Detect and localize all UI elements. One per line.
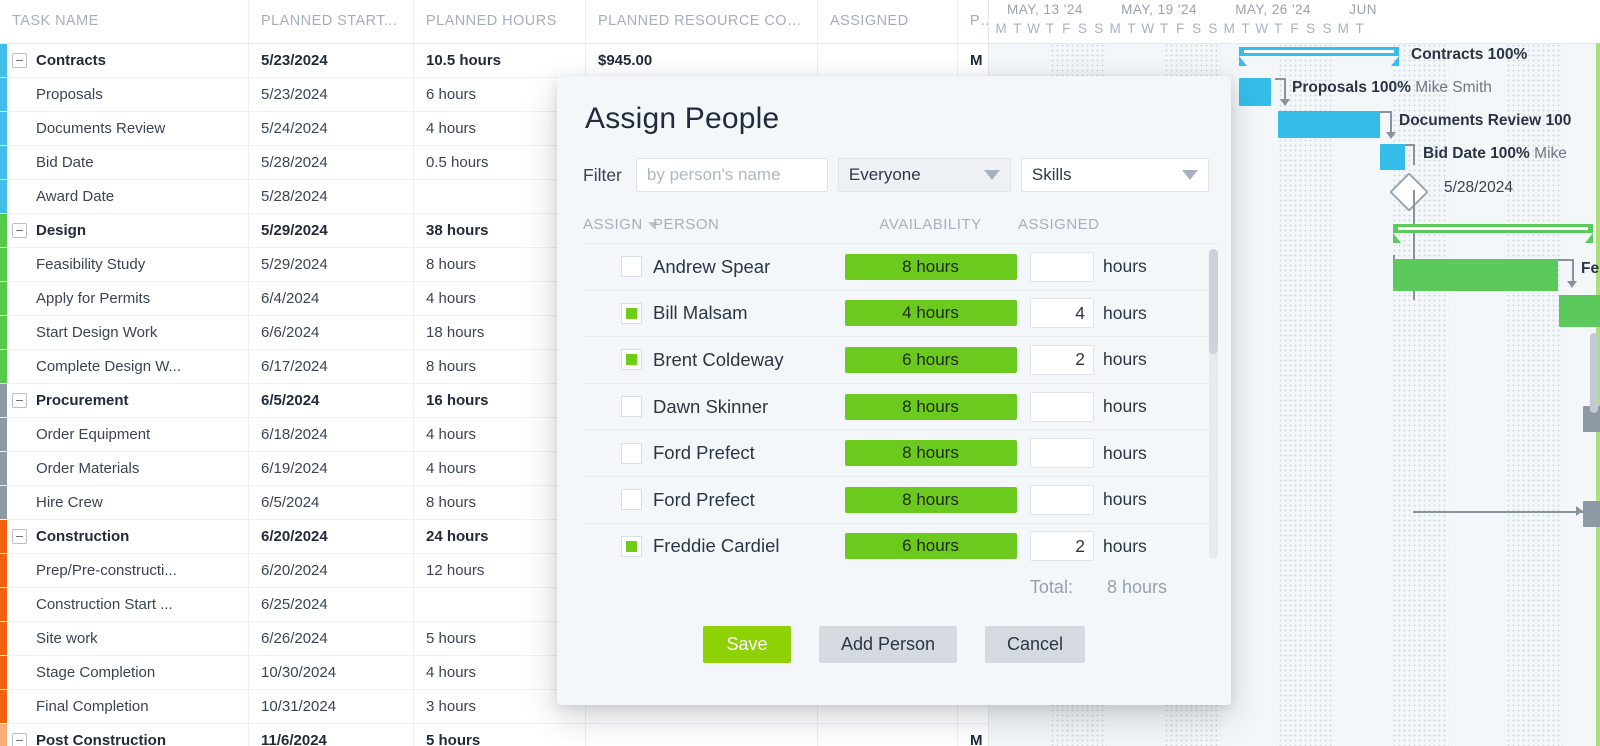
assign-checkbox-cell[interactable] [583, 349, 653, 370]
assign-checkbox[interactable] [621, 443, 642, 464]
hours-suffix-label: hours [1103, 303, 1147, 324]
people-list: Andrew Spear8 hourshoursBill Malsam4 hou… [583, 243, 1218, 563]
hours-suffix-label: hours [1103, 536, 1147, 557]
availability-cell: 8 hours [843, 487, 1018, 513]
grid-header-row: TASK NAME PLANNED START... PLANNED HOURS… [0, 0, 988, 44]
person-name: Freddie Cardiel [653, 535, 843, 557]
person-row[interactable]: Bill Malsam4 hours hours [583, 290, 1218, 337]
availability-cell: 8 hours [843, 394, 1018, 420]
skills-filter-select[interactable]: Skills [1021, 158, 1209, 192]
assign-checkbox[interactable] [621, 256, 642, 277]
column-header-planned-start[interactable]: PLANNED START... [249, 0, 414, 43]
people-column-assign-label: ASSIGN [583, 216, 643, 233]
chevron-down-icon [984, 170, 1000, 180]
column-header-next[interactable]: P [958, 0, 988, 43]
assign-checkbox-cell[interactable] [583, 536, 653, 557]
assigned-hours-input[interactable] [1030, 485, 1094, 515]
assign-people-dialog: Assign People Filter Everyone Skills ASS… [557, 76, 1231, 705]
chevron-down-icon [1182, 170, 1198, 180]
column-header-assigned[interactable]: ASSIGNED [818, 0, 958, 43]
person-row[interactable]: Ford Prefect8 hours hours [583, 429, 1218, 476]
total-label: Total: [1030, 577, 1073, 598]
availability-badge: 4 hours [845, 300, 1017, 326]
person-row[interactable]: Dawn Skinner8 hours hours [583, 383, 1218, 430]
assigned-hours-input[interactable] [1030, 252, 1094, 282]
skills-filter-value: Skills [1032, 165, 1072, 185]
availability-cell: 4 hours [843, 300, 1018, 326]
cancel-button[interactable]: Cancel [985, 626, 1085, 663]
person-row[interactable]: Andrew Spear8 hours hours [583, 243, 1218, 290]
person-name: Dawn Skinner [653, 396, 843, 418]
assigned-hours-input[interactable] [1030, 298, 1094, 328]
people-list-scrollbar-thumb[interactable] [1209, 249, 1218, 354]
column-header-task-name[interactable]: TASK NAME [0, 0, 249, 43]
assign-checkbox[interactable] [621, 396, 642, 417]
dialog-buttons: Save Add Person Cancel [557, 598, 1231, 663]
assigned-hours-cell: hours [1018, 531, 1147, 561]
filter-name-input[interactable] [636, 158, 828, 192]
assign-checkbox-cell[interactable] [583, 396, 653, 417]
availability-cell: 6 hours [843, 533, 1018, 559]
assigned-hours-cell: hours [1018, 252, 1147, 282]
assign-checkbox[interactable] [621, 536, 642, 557]
assign-checkbox-cell[interactable] [583, 489, 653, 510]
availability-badge: 8 hours [845, 487, 1017, 513]
column-header-planned-hours[interactable]: PLANNED HOURS [414, 0, 586, 43]
availability-badge: 8 hours [845, 440, 1017, 466]
person-row[interactable]: Ford Prefect8 hours hours [583, 476, 1218, 523]
assigned-hours-input[interactable] [1030, 531, 1094, 561]
availability-badge: 6 hours [845, 533, 1017, 559]
person-row[interactable]: Freddie Cardiel6 hours hours [583, 523, 1218, 563]
assigned-hours-input[interactable] [1030, 345, 1094, 375]
add-person-button[interactable]: Add Person [819, 626, 957, 663]
hours-suffix-label: hours [1103, 349, 1147, 370]
assigned-hours-cell: hours [1018, 345, 1147, 375]
availability-badge: 8 hours [845, 394, 1017, 420]
filter-label: Filter [583, 165, 622, 186]
assign-checkbox-cell[interactable] [583, 303, 653, 324]
group-filter-value: Everyone [849, 165, 921, 185]
people-column-header-availability[interactable]: AVAILABILITY [843, 216, 1018, 233]
availability-cell: 6 hours [843, 347, 1018, 373]
assigned-hours-input[interactable] [1030, 438, 1094, 468]
person-row[interactable]: Brent Coldeway6 hours hours [583, 336, 1218, 383]
assign-checkbox-cell[interactable] [583, 256, 653, 277]
save-button[interactable]: Save [703, 626, 791, 663]
app-root: TASK NAME PLANNED START... PLANNED HOURS… [0, 0, 1600, 746]
hours-suffix-label: hours [1103, 256, 1147, 277]
assigned-hours-cell: hours [1018, 485, 1147, 515]
group-filter-select[interactable]: Everyone [838, 158, 1011, 192]
people-column-header-assign[interactable]: ASSIGN [583, 216, 653, 233]
person-name: Andrew Spear [653, 256, 843, 278]
person-name: Ford Prefect [653, 442, 843, 464]
assign-checkbox[interactable] [621, 489, 642, 510]
person-name: Ford Prefect [653, 489, 843, 511]
availability-badge: 8 hours [845, 254, 1017, 280]
assigned-total-row: Total: 8 hours [557, 563, 1231, 598]
people-column-header-person[interactable]: PERSON [653, 216, 843, 233]
people-column-header-assigned[interactable]: ASSIGNED [1018, 216, 1178, 233]
assign-checkbox[interactable] [621, 303, 642, 324]
total-value: 8 hours [1107, 577, 1167, 598]
hours-suffix-label: hours [1103, 396, 1147, 417]
hours-suffix-label: hours [1103, 443, 1147, 464]
dialog-title: Assign People [557, 76, 1231, 136]
assigned-hours-cell: hours [1018, 392, 1147, 422]
assigned-hours-input[interactable] [1030, 392, 1094, 422]
assign-checkbox-cell[interactable] [583, 443, 653, 464]
person-name: Bill Malsam [653, 302, 843, 324]
column-header-planned-resource-cost[interactable]: PLANNED RESOURCE COST [586, 0, 818, 43]
availability-badge: 6 hours [845, 347, 1017, 373]
person-name: Brent Coldeway [653, 349, 843, 371]
assigned-hours-cell: hours [1018, 438, 1147, 468]
assign-checkbox[interactable] [621, 349, 642, 370]
availability-cell: 8 hours [843, 440, 1018, 466]
availability-cell: 8 hours [843, 254, 1018, 280]
filter-controls: Filter Everyone Skills [557, 136, 1231, 192]
people-list-header: ASSIGN PERSON AVAILABILITY ASSIGNED [557, 192, 1231, 243]
hours-suffix-label: hours [1103, 489, 1147, 510]
assigned-hours-cell: hours [1018, 298, 1147, 328]
